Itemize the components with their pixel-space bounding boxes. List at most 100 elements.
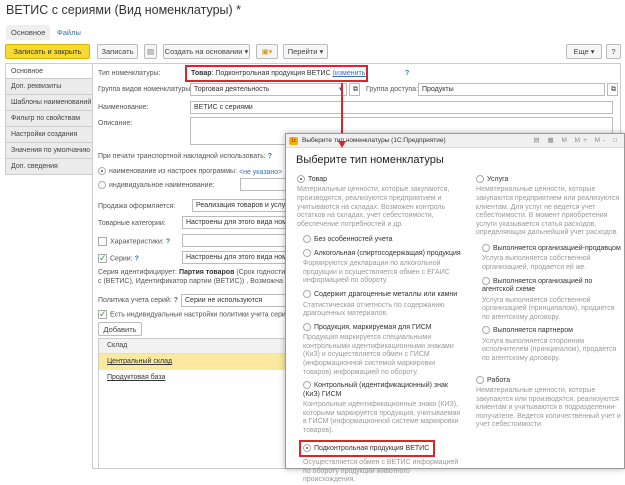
app-logo-icon: 1c — [289, 137, 298, 145]
radio-icon — [297, 175, 305, 183]
type-label: Тип номенклатуры: — [98, 70, 161, 77]
radio-service[interactable]: Услуга — [476, 175, 621, 184]
highlight-box — [185, 65, 368, 82]
help-button[interactable]: ? — [606, 44, 621, 59]
option-desc: Контрольные идентификационные знаки (КИЗ… — [303, 401, 461, 434]
radio-icon — [482, 244, 490, 252]
dialog-titlebar: 1c Выберите тип номенклатуры (1С:Предпри… — [286, 134, 624, 148]
nav-extra-attributes[interactable]: Доп. реквизиты — [5, 79, 93, 95]
not-set-link[interactable]: <не указано> — [239, 169, 282, 176]
document-icon[interactable]: ▤ — [144, 44, 157, 59]
help-icon[interactable]: ? — [405, 70, 409, 77]
checkbox-icon — [98, 237, 107, 246]
window-title: ВЕТИС с сериями (Вид номенклатуры) * — [6, 3, 242, 17]
radio-no-features[interactable]: Без особенностей учета — [303, 235, 462, 244]
nav-name-templates[interactable]: Шаблоны наименований — [5, 95, 93, 111]
radio-work[interactable]: Работа — [476, 375, 621, 385]
series-checkbox[interactable]: ✓ Серии: ? — [98, 254, 139, 263]
radio-gism[interactable]: Продукция, маркируемая для ГИСМ — [303, 322, 462, 332]
option-label: Работа — [487, 376, 511, 384]
option-desc: Статистическая отчетность по содержанию … — [303, 301, 445, 318]
policy-input[interactable]: Серии не используются — [181, 294, 287, 307]
series-prefix: Серия идентифицирует: — [98, 269, 179, 276]
option-label: Товар — [308, 175, 328, 183]
nav-main[interactable]: Основное — [5, 63, 93, 79]
radio-settings-name[interactable]: наименование из настроек программы: — [98, 167, 237, 175]
nav-extra-info[interactable]: Доп. сведения — [5, 159, 93, 175]
goto-button[interactable]: Перейти ▾ — [283, 44, 328, 59]
option-label: Алкогольная (спиртосодержащая) продукция — [314, 249, 461, 257]
tab-files[interactable]: Файлы — [52, 25, 86, 40]
save-button[interactable]: Записать — [97, 44, 138, 59]
radio-individual-name[interactable]: индивидуальное наименование: — [98, 181, 214, 189]
radio-icon — [303, 322, 311, 331]
individual-name-input[interactable] — [240, 178, 290, 191]
checkmark-icon: ✓ — [98, 309, 107, 319]
create-based-button[interactable]: Создать на основании ▾ — [163, 44, 250, 59]
radio-icon — [482, 276, 490, 285]
group-input[interactable]: Торговая деятельность — [190, 83, 347, 96]
option-desc: Услуга выполняется собственной организац… — [482, 296, 615, 321]
radio-precious-metals[interactable]: Содержит драгоценные металлы или камни — [303, 290, 462, 299]
policy-label: Политика учета серий: ? — [98, 297, 178, 304]
help-icon[interactable]: ? — [166, 238, 170, 245]
checkmark-icon: ✓ — [98, 253, 107, 263]
save-close-button[interactable]: Записать и закрыть — [5, 44, 90, 59]
radio-vetis[interactable]: Подконтрольная продукция ВЕТИС — [299, 439, 436, 457]
option-desc: Осуществляется обмен с ВЕТИС информацией… — [303, 458, 459, 484]
radio-icon — [303, 248, 311, 257]
radio-icon — [476, 175, 484, 183]
tab-main[interactable]: Основное — [6, 25, 51, 40]
help-icon[interactable]: ? — [268, 153, 272, 160]
window-controls-icon[interactable]: ▤ ▦ M M+ M- □ — [534, 134, 620, 148]
option-label: Подконтрольная продукция ВЕТИС — [314, 444, 430, 452]
checkbox-label: Серии: — [110, 255, 133, 263]
open-icon[interactable]: ⧉ — [607, 83, 618, 96]
characteristics-checkbox[interactable]: Характеристики: ? — [98, 237, 170, 246]
radio-seller-org[interactable]: Выполняется организацией-продавцом — [482, 244, 621, 253]
more-button[interactable]: Еще ▾ — [566, 44, 602, 59]
nav-creation-settings[interactable]: Настройки создания — [5, 127, 93, 143]
option-label: Услуга — [487, 175, 509, 183]
help-icon[interactable]: ? — [135, 255, 139, 262]
radio-label: наименование из настроек программы: — [109, 167, 238, 175]
access-input[interactable]: Продукты — [418, 83, 605, 96]
nav-defaults[interactable]: Значения по умолчанию — [5, 143, 93, 159]
table-row[interactable]: Центральный склад — [99, 354, 287, 370]
radio-icon — [98, 181, 106, 189]
table-header: Склад — [99, 339, 287, 354]
option-label: Без особенностей учета — [314, 236, 393, 244]
help-icon[interactable]: ? — [174, 297, 178, 304]
categories-input[interactable]: Настроены для этого вида номенклатуры — [182, 216, 287, 229]
nav-property-filter[interactable]: Фильтр по свойствам — [5, 111, 93, 127]
print-icon[interactable]: ▣▾ — [256, 44, 278, 59]
radio-partner[interactable]: Выполняется партнером — [482, 326, 621, 335]
option-label: Контрольный (идентификационный) знак (Ки… — [303, 381, 448, 398]
goods-column: Товар Материальные ценности, которые зак… — [297, 171, 462, 485]
characteristics-input[interactable] — [182, 234, 287, 247]
table-row[interactable]: Продуктовая база — [99, 370, 287, 386]
sidebar-nav: Основное Доп. реквизиты Шаблоны наименов… — [5, 63, 93, 175]
add-button[interactable]: Добавить — [98, 322, 142, 336]
radio-goods[interactable]: Товар — [297, 175, 462, 184]
option-desc: Нематериальные ценности, которые закупаю… — [476, 387, 621, 429]
group-label: Группа видов номенклатуры: — [98, 86, 193, 93]
radio-icon — [303, 290, 311, 299]
sale-label: Продажа оформляется: — [98, 203, 176, 210]
option-label: Выполняется организацией-продавцом — [493, 244, 621, 252]
open-icon[interactable]: ⧉ — [349, 83, 360, 96]
individual-settings-checkbox[interactable]: ✓ Есть индивидуальные настройки политики … — [98, 310, 290, 319]
radio-alcohol[interactable]: Алкогольная (спиртосодержащая) продукция — [303, 248, 462, 258]
series-input[interactable]: Настроены для этого вида номенклатуры — [182, 251, 287, 264]
service-column: Услуга Нематериальные ценности, которые … — [476, 171, 621, 430]
policy-label-text: Политика учета серий: — [98, 297, 172, 304]
option-desc: Материальные ценности, которые закупаютс… — [297, 186, 450, 228]
print-label-text: При печати транспортной накладной исполь… — [98, 153, 266, 160]
name-input[interactable]: ВЕТИС с сериями — [190, 101, 613, 114]
radio-kiz[interactable]: Контрольный (идентификационный) знак (Ки… — [303, 381, 462, 399]
radio-agent-scheme[interactable]: Выполняется организацией по агентской сх… — [482, 276, 621, 295]
radio-icon — [98, 167, 106, 175]
print-label: При печати транспортной накладной исполь… — [98, 153, 272, 160]
sale-input[interactable]: Реализация товаров и услуг — [192, 199, 287, 212]
checkbox-label: Есть индивидуальные настройки политики у… — [110, 311, 290, 319]
